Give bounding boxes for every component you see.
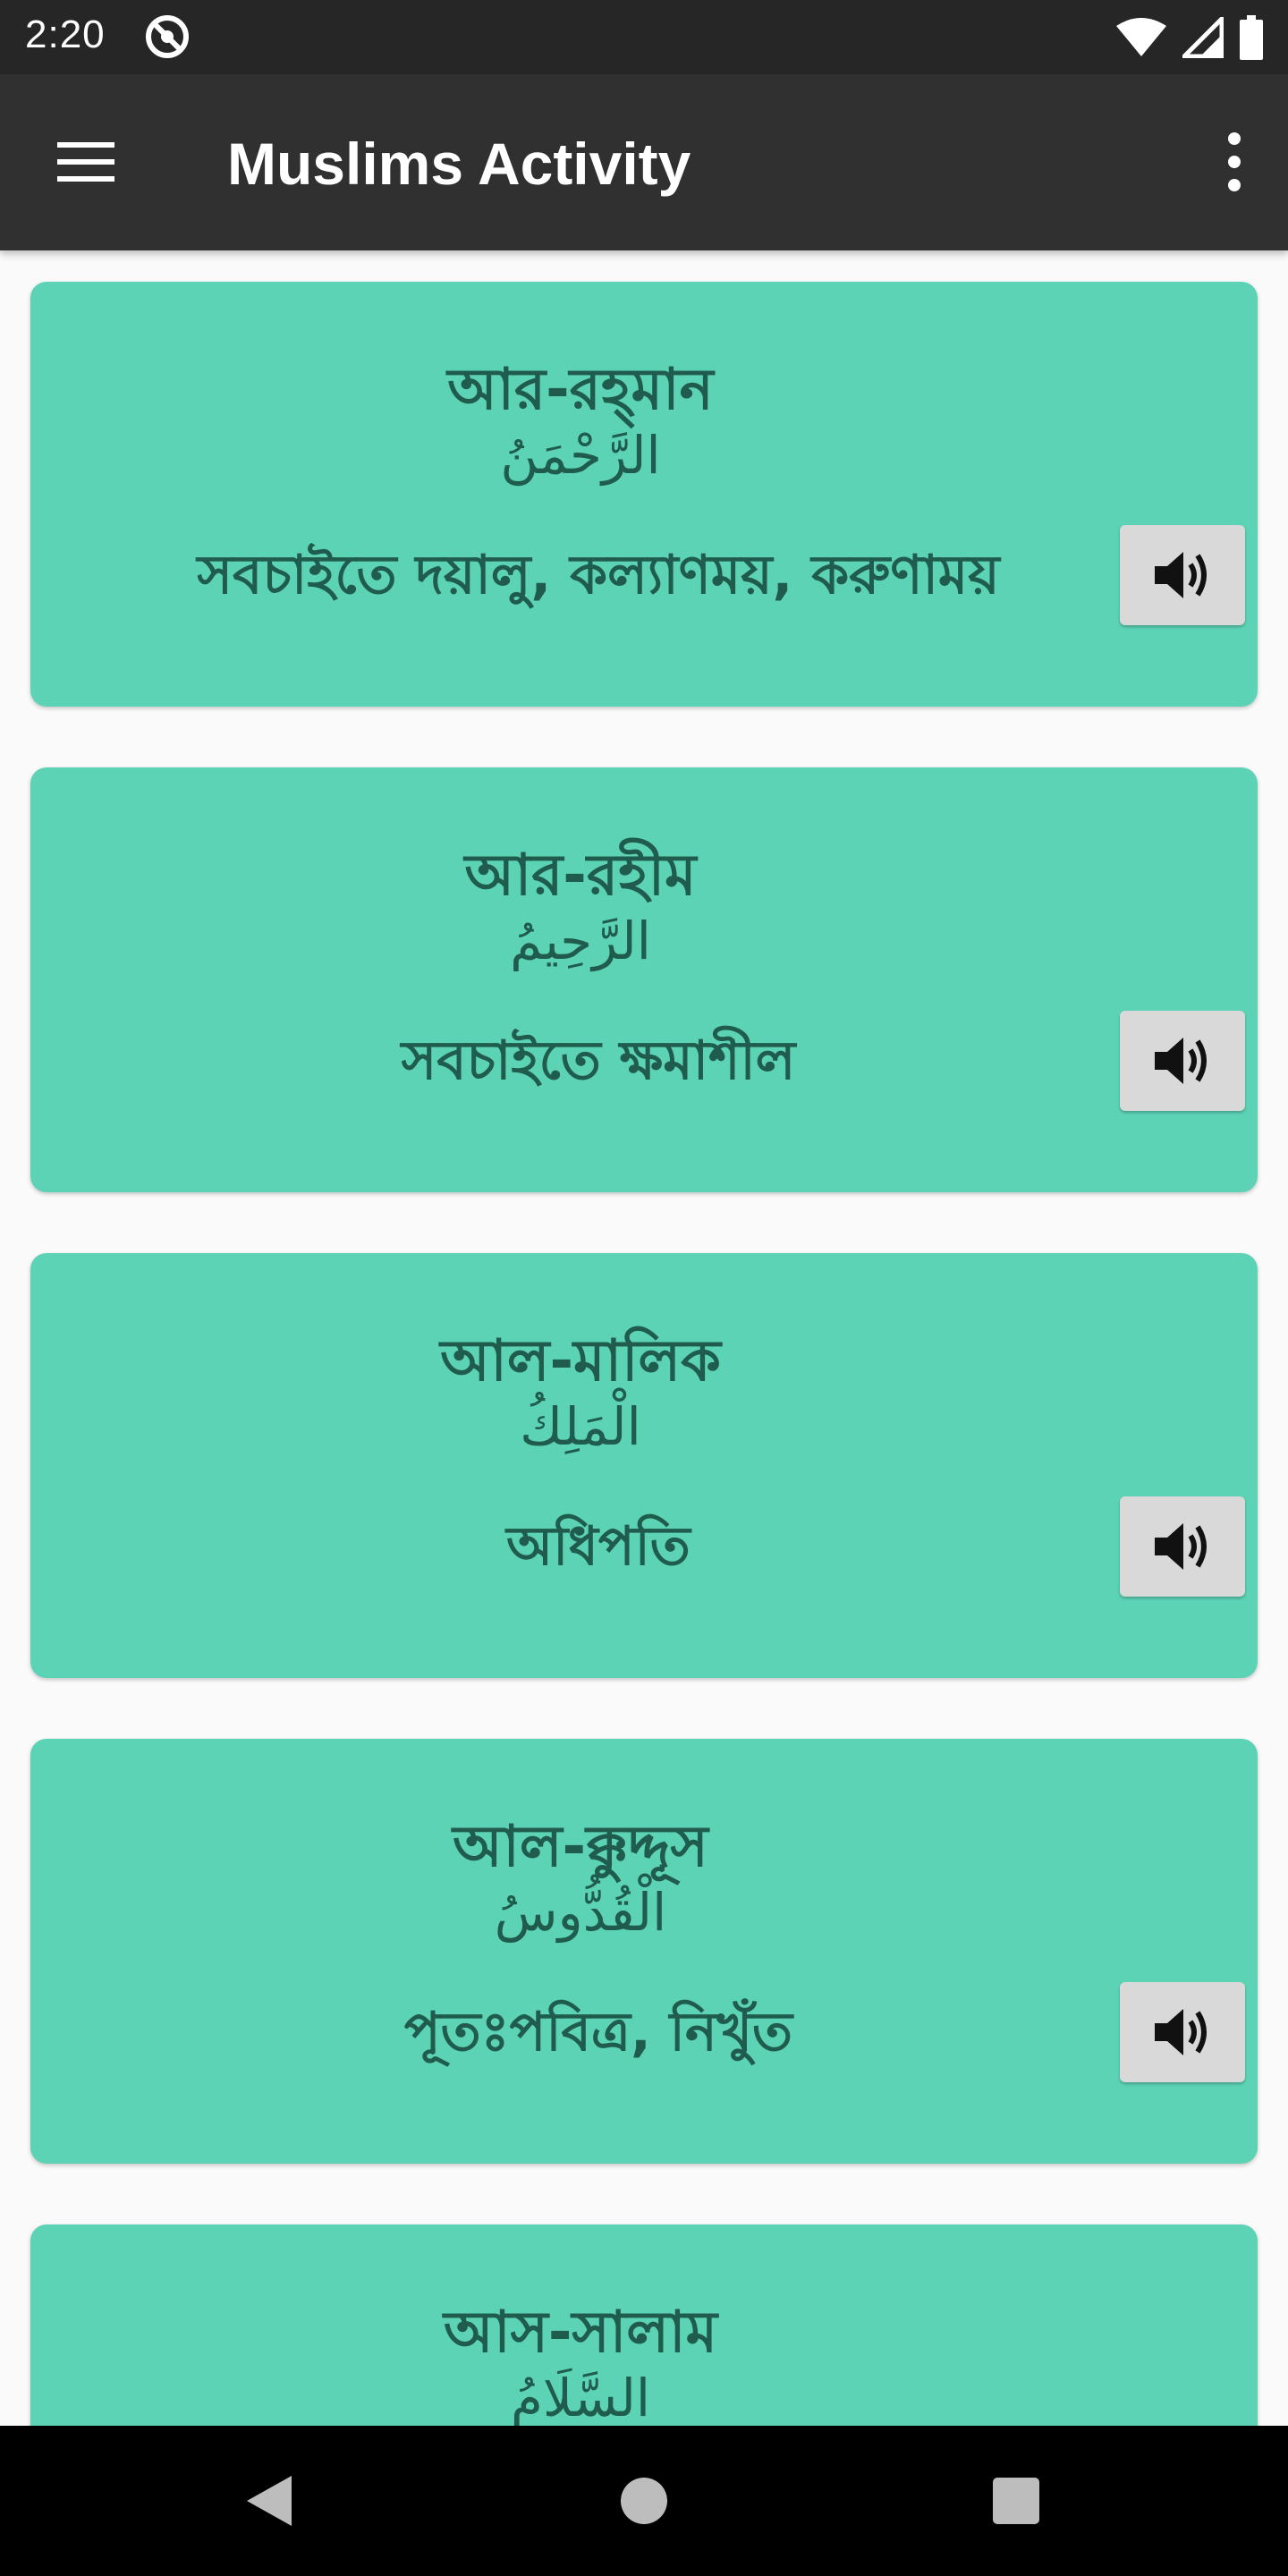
recents-icon[interactable] xyxy=(993,2478,1039,2524)
menu-icon[interactable] xyxy=(54,137,118,187)
name-arabic: الْقُدُّوسُ xyxy=(494,1882,667,1943)
speaker-icon xyxy=(1155,1038,1207,1084)
speaker-icon xyxy=(1155,1523,1207,1570)
signal-icon xyxy=(1182,17,1224,58)
battery-icon xyxy=(1240,15,1263,60)
app-notification-icon xyxy=(146,15,189,58)
names-list[interactable]: আর-রহ্‌মান الرَّحْمَنُ সবচাইতে দয়ালু, ক… xyxy=(0,250,1288,2426)
home-icon[interactable] xyxy=(621,2478,667,2524)
name-meaning: সবচাইতে ক্ষমাশীল xyxy=(401,1030,796,1092)
status-time: 2:20 xyxy=(25,13,106,56)
list-item[interactable]: আল-মালিক الْمَلِكُ অধিপতি xyxy=(30,1253,1258,1678)
name-arabic: الرَّحِيمُ xyxy=(510,911,651,971)
back-icon[interactable] xyxy=(243,2474,293,2528)
play-audio-button[interactable] xyxy=(1120,1982,1245,2082)
status-bar: 2:20 xyxy=(0,0,1288,74)
name-meaning: সবচাইতে দয়ালু, কল্যাণময়, করুণাময় xyxy=(197,544,1000,606)
name-arabic: السَّلَامُ xyxy=(510,2368,651,2426)
list-item[interactable]: আর-রহ্‌মান الرَّحْمَنُ সবচাইতে দয়ালু, ক… xyxy=(30,282,1258,707)
list-item[interactable]: আস-সালাম السَّلَامُ xyxy=(30,2224,1258,2426)
speaker-icon xyxy=(1155,2009,1207,2055)
name-arabic: الرَّحْمَنُ xyxy=(500,425,661,486)
play-audio-button[interactable] xyxy=(1120,1496,1245,1597)
play-audio-button[interactable] xyxy=(1120,1011,1245,1111)
play-audio-button[interactable] xyxy=(1120,525,1245,625)
app-bar: Muslims Activity xyxy=(0,74,1288,250)
system-navigation-bar xyxy=(0,2426,1288,2576)
wifi-icon xyxy=(1116,18,1166,56)
speaker-icon xyxy=(1155,552,1207,598)
more-options-icon[interactable] xyxy=(1216,130,1252,194)
list-item[interactable]: আর-রহীম الرَّحِيمُ সবচাইতে ক্ষমাশীল xyxy=(30,767,1258,1192)
page-title: Muslims Activity xyxy=(227,131,691,197)
list-item[interactable]: আল-ক্কুদ্দূস الْقُدُّوسُ পূতঃপবিত্র, নিখ… xyxy=(30,1739,1258,2164)
name-meaning: পূতঃপবিত্র, নিখুঁত xyxy=(403,2001,793,2063)
name-meaning: অধিপতি xyxy=(506,1515,691,1578)
name-arabic: الْمَلِكُ xyxy=(520,1396,641,1457)
